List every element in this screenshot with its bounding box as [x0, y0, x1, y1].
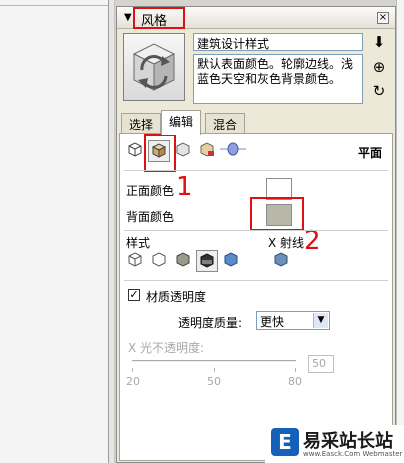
highlight-box-back-color [250, 197, 304, 231]
back-color-label: 背面颜色 [126, 210, 175, 224]
textured-style-icon[interactable] [196, 250, 218, 272]
watermark-settings-icon[interactable] [196, 140, 218, 162]
tab-mix[interactable]: 混合 [205, 113, 246, 134]
transparency-quality-value: 更快 [260, 315, 285, 329]
update-style-icon[interactable]: ⬇ [369, 32, 389, 52]
slider-tick-50: 50 [207, 375, 221, 388]
slider-tick-80: 80 [288, 375, 302, 388]
right-scroll-strip [396, 0, 404, 463]
tab-select[interactable]: 选择 [121, 113, 162, 134]
annotation-number-1: 1 [176, 172, 193, 202]
hidden-line-style-icon[interactable] [148, 250, 170, 272]
edit-mode-label: 平面 [358, 146, 383, 160]
tab-edit[interactable]: 编辑 [161, 110, 202, 135]
edge-settings-icon[interactable] [124, 140, 146, 162]
modeling-settings-icon[interactable] [220, 140, 246, 162]
monochrome-style-icon[interactable] [220, 250, 242, 272]
refresh-icon[interactable]: ↻ [369, 81, 389, 101]
left-background [0, 0, 108, 463]
collapse-triangle-icon[interactable]: ▼ [124, 12, 132, 23]
wireframe-style-icon[interactable] [124, 250, 146, 272]
slider-tick-20: 20 [126, 375, 140, 388]
edit-tab-page: 平面 1 正面颜色 背面颜色 2 样式 X 射线 ✓ 材质透明度 透明度质量: … [119, 133, 393, 461]
transparency-quality-label: 透明度质量: [178, 316, 243, 330]
xray-opacity-slider[interactable] [132, 360, 296, 362]
shaded-style-icon[interactable] [172, 250, 194, 272]
highlight-box-title [133, 7, 185, 29]
watermark-subtext: www.Easck.Com Webmaster [303, 450, 403, 458]
style-description-field[interactable]: 默认表面颜色。轮廓边线。浅蓝色天空和灰色背景颜色。 [193, 54, 363, 104]
highlight-box-face-icon [144, 134, 176, 172]
transparency-quality-select[interactable]: 更快 ▼ [256, 311, 330, 330]
xray-label: X 射线 [268, 236, 305, 250]
site-logo-icon: E [271, 428, 299, 456]
close-icon[interactable]: × [377, 12, 389, 24]
dock-bar[interactable] [108, 0, 115, 463]
xray-opacity-value-field[interactable]: 50 [308, 355, 334, 373]
xray-toggle-icon[interactable] [270, 250, 292, 272]
tab-row: 选择 编辑 混合 [117, 110, 395, 135]
front-color-label: 正面颜色 [126, 184, 175, 198]
style-name-field[interactable]: 建筑设计样式 [193, 33, 363, 51]
styles-label: 样式 [126, 236, 151, 250]
create-style-icon[interactable]: ⊕ [369, 57, 389, 77]
xray-opacity-label: X 光不透明度: [128, 341, 205, 355]
transparency-checkbox-label: 材质透明度 [146, 290, 207, 304]
cube-icon [132, 43, 176, 91]
chevron-down-icon[interactable]: ▼ [313, 313, 328, 328]
watermark-logo: E 易采站长站 www.Easck.Com Webmaster [265, 425, 404, 463]
panel-titlebar[interactable]: ▼ 风格 × [117, 7, 395, 29]
style-thumbnail [123, 33, 185, 101]
transparency-checkbox[interactable]: ✓ [128, 289, 140, 301]
styles-panel: ▼ 风格 × 建筑设计样式 默认表面颜色。轮廓边线。浅蓝色天空和灰色背景颜色。 … [116, 6, 396, 463]
